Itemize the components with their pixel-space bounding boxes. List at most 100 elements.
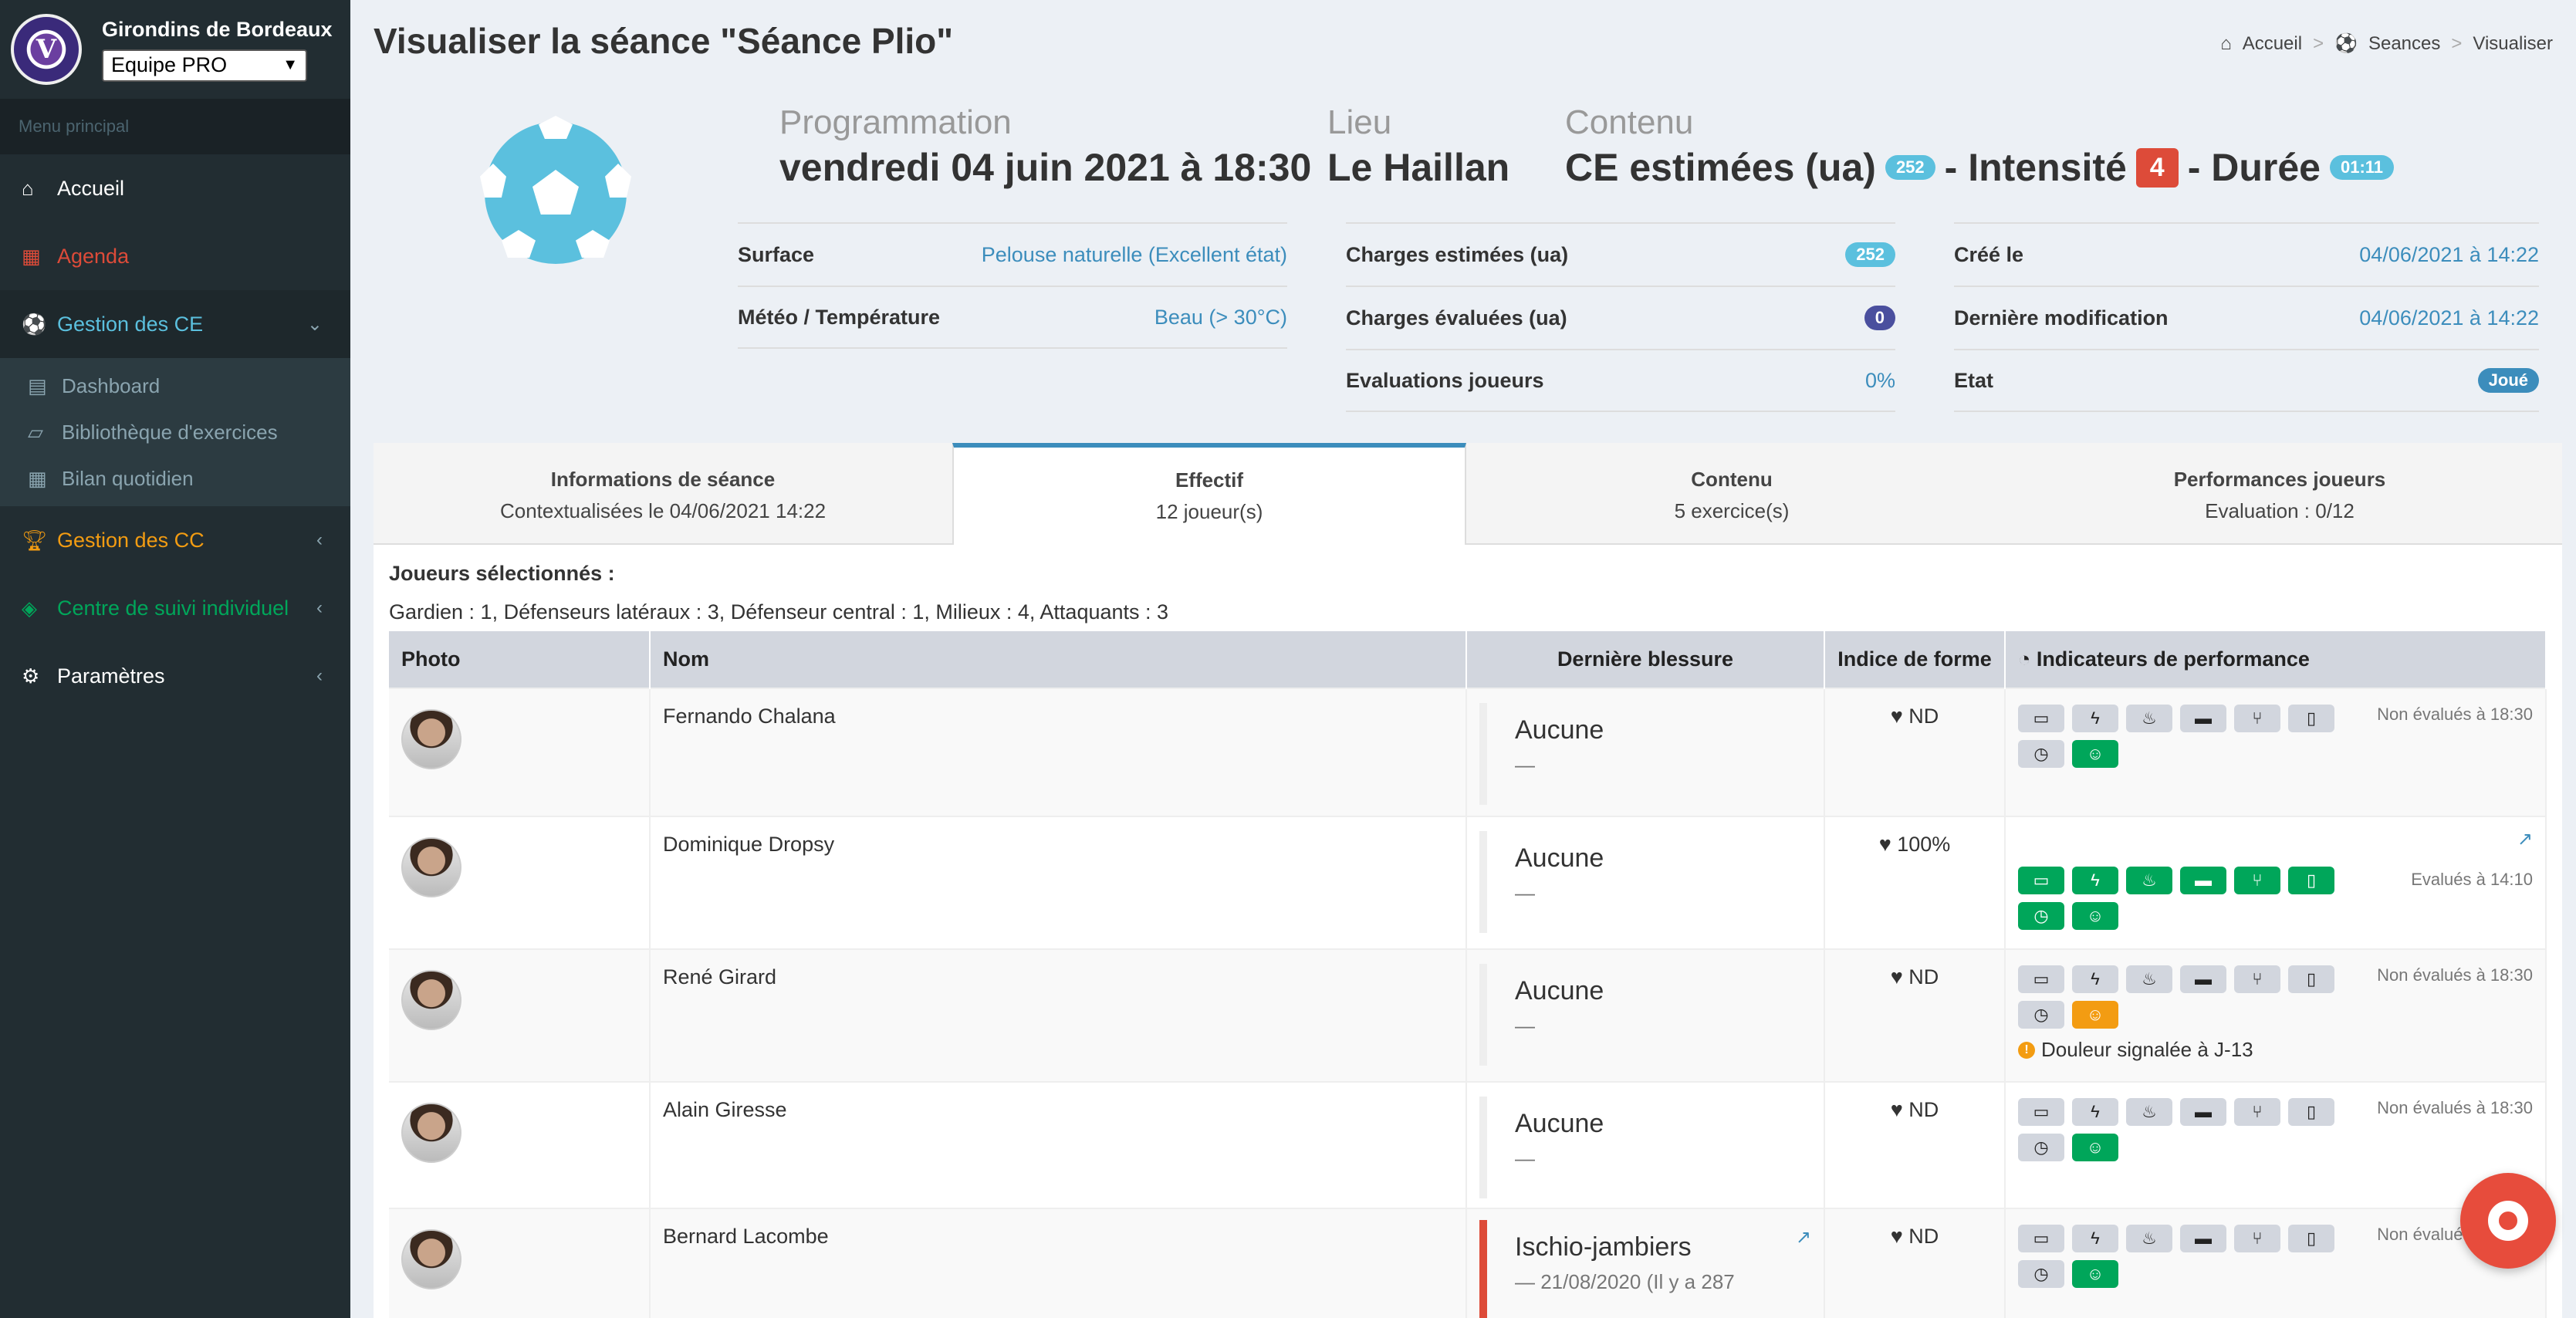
- tab-informations[interactable]: Informations de séance Contextualisées l…: [374, 443, 952, 543]
- detail-value: 04/06/2021 à 14:22: [2359, 306, 2539, 330]
- clock-icon[interactable]: ◷: [2018, 1001, 2064, 1029]
- player-name[interactable]: Fernando Chalana: [650, 688, 1467, 816]
- calculator-icon: ▦: [28, 466, 47, 490]
- bed-icon[interactable]: ▬: [2180, 1225, 2226, 1252]
- bolt-icon[interactable]: ϟ: [2072, 965, 2118, 993]
- table-row[interactable]: Dominique Dropsy Aucune — ♥ 100% ↗ ▭ ϟ ♨…: [389, 816, 2547, 949]
- performance-cell: ↗ ▭ ϟ ♨ ▬ ⑂ ▯ ◷ ☺ Evalués à 14:10: [2005, 816, 2547, 949]
- thermometer-icon[interactable]: ▯: [2288, 705, 2334, 732]
- thermometer-icon[interactable]: ▯: [2288, 1098, 2334, 1126]
- heartbeat-icon: ♥: [1890, 1225, 1909, 1248]
- book-icon: ▱: [28, 420, 43, 444]
- player-name[interactable]: René Girard: [650, 948, 1467, 1082]
- body-icon[interactable]: ☺: [2072, 1001, 2118, 1029]
- battery-icon[interactable]: ▭: [2018, 1098, 2064, 1126]
- sidebar-item-accueil[interactable]: ⌂ Accueil: [0, 154, 350, 222]
- tabs-box: Informations de séance Contextualisées l…: [374, 443, 2562, 1318]
- sidebar-item-agenda[interactable]: ▦ Agenda: [0, 222, 350, 290]
- bolt-icon[interactable]: ϟ: [2072, 1098, 2118, 1126]
- body-icon[interactable]: ☺: [2072, 1134, 2118, 1161]
- detail-row: Evaluations joueurs 0%: [1346, 349, 1895, 412]
- battery-icon[interactable]: ▭: [2018, 965, 2064, 993]
- breadcrumb-accueil[interactable]: Accueil: [2243, 33, 2302, 55]
- evaluation-state: Non évalués à 18:30: [2377, 1098, 2533, 1117]
- tab-subtitle: Evaluation : 0/12: [2205, 499, 2355, 522]
- detail-key: Etat: [1954, 368, 1994, 392]
- player-name[interactable]: Alain Giresse: [650, 1081, 1467, 1208]
- sidebar-subitem-bilan[interactable]: ▦ Bilan quotidien: [0, 455, 350, 502]
- dashboard-icon: ◔: [2018, 647, 2037, 671]
- sidebar-item-suivi[interactable]: ◈ Centre de suivi individuel ‹: [0, 574, 350, 642]
- table-row[interactable]: Fernando Chalana Aucune — ♥ ND ▭ ϟ ♨ ▬ ⑂: [389, 688, 2547, 816]
- programmation-block: Programmation vendredi 04 juin 2021 à 18…: [779, 103, 1311, 190]
- calendar-icon: ▦: [22, 244, 41, 268]
- sidebar-item-gestion-ce[interactable]: ⚽ Gestion des CE ⌄: [0, 290, 350, 358]
- bed-icon[interactable]: ▬: [2180, 867, 2226, 894]
- tab-performances[interactable]: Performances joueurs Evaluation : 0/12: [1997, 443, 2562, 543]
- battery-icon[interactable]: ▭: [2018, 1225, 2064, 1252]
- bolt-icon[interactable]: ϟ: [2072, 867, 2118, 894]
- cutlery-icon[interactable]: ⑂: [2234, 965, 2280, 993]
- column-header: Photo: [389, 631, 651, 688]
- clock-icon[interactable]: ◷: [2018, 902, 2064, 930]
- tab-effectif[interactable]: Effectif 12 joueur(s): [952, 443, 1466, 545]
- fire-icon[interactable]: ♨: [2126, 1225, 2172, 1252]
- thermometer-icon[interactable]: ▯: [2288, 867, 2334, 894]
- intensite-label: - Intensité: [1944, 146, 2127, 189]
- sidebar-item-parametres[interactable]: ⚙ Paramètres ‹: [0, 642, 350, 710]
- player-name[interactable]: Dominique Dropsy: [650, 816, 1467, 949]
- chevron-left-icon: ‹: [316, 529, 323, 550]
- cutlery-icon[interactable]: ⑂: [2234, 867, 2280, 894]
- body-icon[interactable]: ☺: [2072, 1260, 2118, 1288]
- body-icon[interactable]: ☺: [2072, 902, 2118, 930]
- thermometer-icon[interactable]: ▯: [2288, 965, 2334, 993]
- detail-value: 0%: [1864, 368, 1895, 392]
- form-value: ND: [1908, 1098, 1939, 1121]
- battery-icon[interactable]: ▭: [2018, 705, 2064, 732]
- sidebar-subitem-dashboard[interactable]: ▤ Dashboard: [0, 363, 350, 409]
- players-table: Photo Nom Dernière blessure Indice de fo…: [389, 631, 2547, 1318]
- bolt-icon[interactable]: ϟ: [2072, 705, 2118, 732]
- avatar: [401, 1103, 461, 1163]
- table-row[interactable]: Alain Giresse Aucune — ♥ ND ▭ ϟ ♨ ▬ ⑂ ▯ …: [389, 1081, 2547, 1208]
- main-content: Visualiser la séance "Séance Plio" ⌂ Acc…: [350, 0, 2576, 1318]
- cutlery-icon[interactable]: ⑂: [2234, 1225, 2280, 1252]
- battery-icon[interactable]: ▭: [2018, 867, 2064, 894]
- sidebar-item-label: Accueil: [57, 176, 125, 200]
- breadcrumb-seances[interactable]: Seances: [2368, 33, 2440, 55]
- contenu-label: Contenu: [1565, 103, 1694, 141]
- clock-icon[interactable]: ◷: [2018, 740, 2064, 768]
- detail-row: Créé le 04/06/2021 à 14:22: [1954, 222, 2539, 286]
- bed-icon[interactable]: ▬: [2180, 705, 2226, 732]
- player-name[interactable]: Bernard Lacombe: [650, 1208, 1467, 1318]
- fire-icon[interactable]: ♨: [2126, 965, 2172, 993]
- sidebar-item-gestion-cc[interactable]: 🏆︎ Gestion des CC ‹: [0, 506, 350, 574]
- detail-key: Charges évaluées (ua): [1346, 306, 1567, 330]
- external-link-icon[interactable]: ↗: [1796, 1226, 1811, 1249]
- pain-text: Douleur signalée à J-13: [2041, 1038, 2253, 1061]
- heartbeat-icon: ♥: [1878, 833, 1898, 856]
- thermometer-icon[interactable]: ▯: [2288, 1225, 2334, 1252]
- bed-icon[interactable]: ▬: [2180, 965, 2226, 993]
- body-icon[interactable]: ☺: [2072, 740, 2118, 768]
- fire-icon[interactable]: ♨: [2126, 867, 2172, 894]
- fire-icon[interactable]: ♨: [2126, 1098, 2172, 1126]
- table-row[interactable]: Bernard Lacombe Ischio-jambiers — 21/08/…: [389, 1208, 2547, 1318]
- clock-icon[interactable]: ◷: [2018, 1260, 2064, 1288]
- cutlery-icon[interactable]: ⑂: [2234, 705, 2280, 732]
- cutlery-icon[interactable]: ⑂: [2234, 1098, 2280, 1126]
- bed-icon[interactable]: ▬: [2180, 1098, 2226, 1126]
- help-button[interactable]: [2460, 1173, 2556, 1269]
- table-row[interactable]: René Girard Aucune — ♥ ND ▭ ϟ ♨ ▬ ⑂ ▯ ◷ …: [389, 948, 2547, 1082]
- external-link-icon[interactable]: ↗: [2517, 828, 2533, 850]
- fire-icon[interactable]: ♨: [2126, 705, 2172, 732]
- details-col-2: Charges estimées (ua) 252 Charges évalué…: [1346, 222, 1895, 412]
- programmation-label: Programmation: [779, 103, 1012, 141]
- team-select[interactable]: Equipe PRO ▼: [102, 49, 307, 82]
- tab-contenu[interactable]: Contenu 5 exercice(s): [1466, 443, 1997, 543]
- detail-row: Surface Pelouse naturelle (Excellent éta…: [738, 222, 1287, 286]
- bolt-icon[interactable]: ϟ: [2072, 1225, 2118, 1252]
- clock-icon[interactable]: ◷: [2018, 1134, 2064, 1161]
- club-logo[interactable]: [11, 14, 82, 85]
- sidebar-subitem-bibliotheque[interactable]: ▱ Bibliothèque d'exercices: [0, 409, 350, 455]
